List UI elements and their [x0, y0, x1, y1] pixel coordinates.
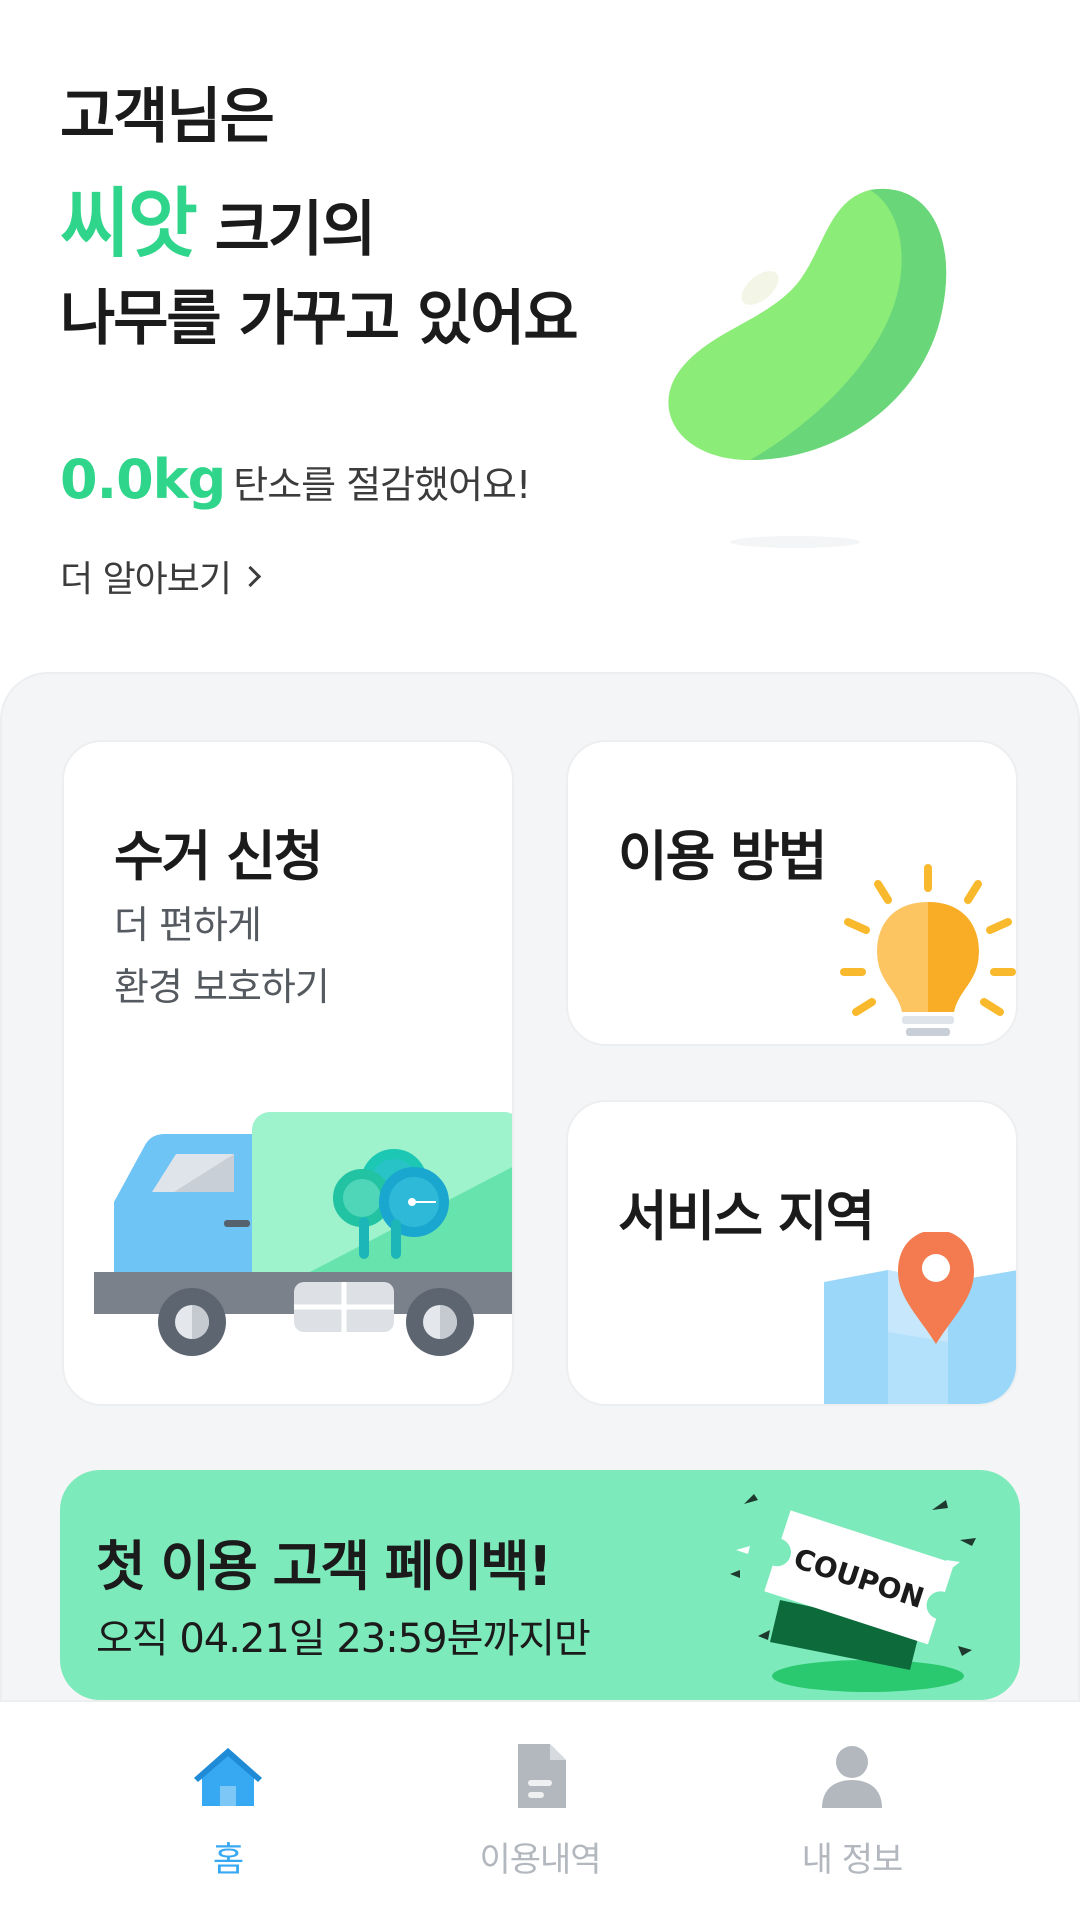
carbon-saved: 0.0kg 탄소를 절감했어요!	[60, 448, 531, 511]
carbon-saved-label: 탄소를 절감했어요!	[233, 463, 531, 507]
payback-promo-banner[interactable]: 첫 이용 고객 페이백! 오직 04.21일 23:59분까지만 COUPON	[60, 1470, 1020, 1700]
nav-history-tab[interactable]: 이용내역	[440, 1702, 640, 1910]
nav-profile-label: 내 정보	[801, 1840, 904, 1880]
document-icon	[518, 1744, 566, 1808]
how-to-use-title: 이용 방법	[618, 825, 828, 888]
promo-subtitle: 오직 04.21일 23:59분까지만	[96, 1616, 591, 1662]
home-icon	[194, 1748, 262, 1806]
pickup-title: 수거 신청	[114, 825, 324, 888]
hero-line-2: 씨앗 크기의	[60, 162, 377, 272]
lightbulb-icon	[840, 864, 1016, 1036]
map-pin-icon	[824, 1232, 1016, 1404]
bottom-navigation: 홈 이용내역 내 정보	[0, 1700, 1080, 1908]
learn-more-label: 더 알아보기	[60, 559, 232, 600]
how-to-use-card[interactable]: 이용 방법	[566, 740, 1018, 1046]
hero-line-3: 나무를 가꾸고 있어요	[60, 284, 579, 354]
tree-size-accent: 씨앗	[60, 179, 198, 268]
promo-title: 첫 이용 고객 페이백!	[96, 1535, 552, 1598]
person-icon	[822, 1746, 882, 1808]
truck-illustration	[94, 1112, 512, 1356]
hero-line-2-rest: 크기의	[195, 195, 377, 265]
hero-section: 고객님은 씨앗 크기의 나무를 가꾸고 있어요 0.0kg 탄소를 절감했어요! …	[0, 0, 1080, 660]
nav-profile-tab[interactable]: 내 정보	[752, 1702, 952, 1910]
seed-illustration	[668, 188, 947, 460]
pickup-request-card[interactable]: 수거 신청 더 편하게 환경 보호하기	[62, 740, 514, 1406]
service-region-card[interactable]: 서비스 지역	[566, 1100, 1018, 1406]
nav-home-tab[interactable]: 홈	[128, 1702, 328, 1910]
carbon-saved-value: 0.0kg	[60, 448, 226, 511]
nav-home-label: 홈	[212, 1840, 244, 1880]
nav-history-label: 이용내역	[479, 1840, 601, 1880]
seed-shadow	[730, 536, 860, 548]
coupon-icon: COUPON	[730, 1494, 976, 1692]
pickup-subtitle-1: 더 편하게	[114, 903, 262, 947]
learn-more-link[interactable]: 더 알아보기	[60, 550, 262, 602]
hero-line-1: 고객님은	[60, 82, 275, 152]
chevron-right-icon	[239, 565, 262, 587]
pickup-subtitle-2: 환경 보호하기	[114, 965, 330, 1009]
